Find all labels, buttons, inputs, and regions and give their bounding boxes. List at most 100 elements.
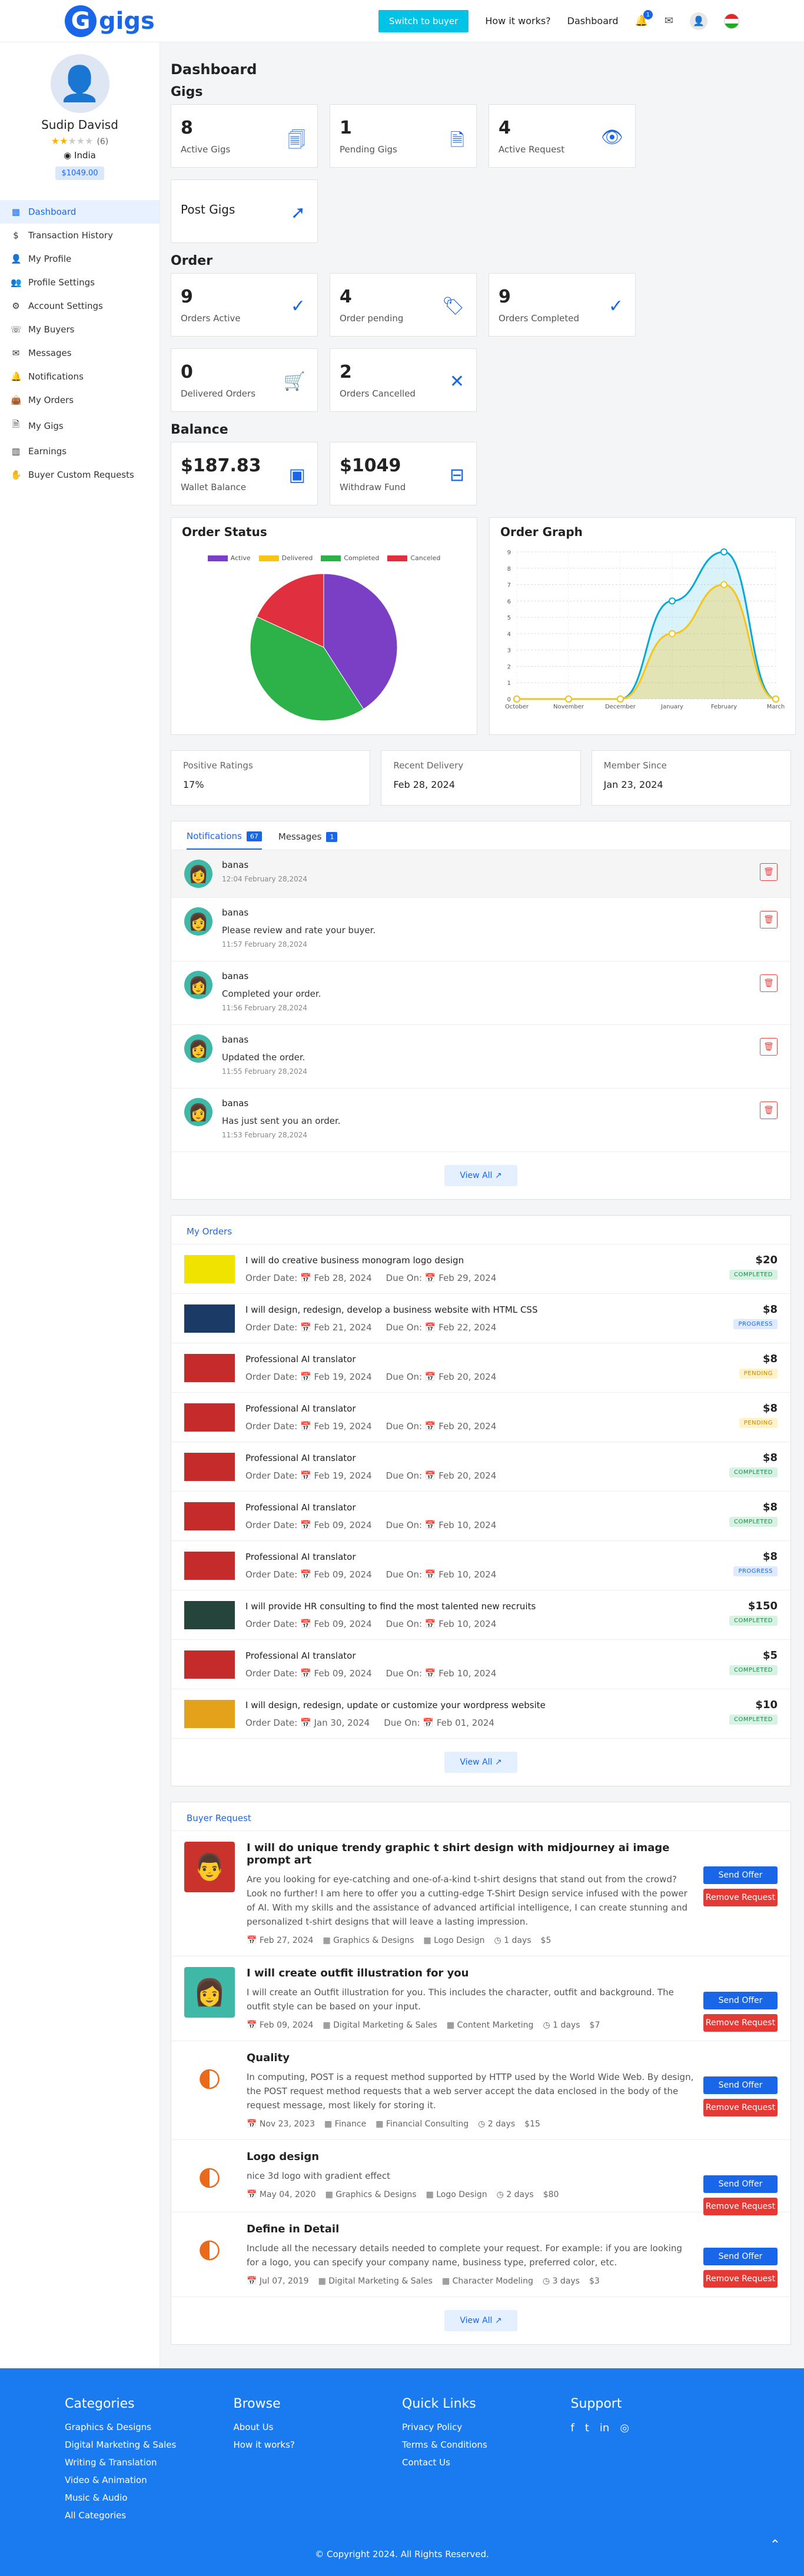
order-title[interactable]: Professional AI translator — [245, 1502, 496, 1513]
social-icon[interactable]: in — [600, 2422, 609, 2434]
footer-link[interactable]: All Categories — [65, 2510, 234, 2521]
send-offer-button[interactable]: Send Offer — [703, 2175, 778, 2193]
footer-link[interactable]: How it works? — [234, 2439, 403, 2450]
table-row[interactable]: Professional AI translator Order Date: 📅 … — [171, 1393, 790, 1442]
avatar[interactable]: 👤 — [690, 12, 707, 30]
sidebar-item-buyer-custom-requests[interactable]: ✋ Buyer Custom Requests — [0, 463, 160, 487]
order-title[interactable]: Professional AI translator — [245, 1552, 496, 1562]
request-title[interactable]: Quality — [247, 2052, 694, 2064]
sidebar-item-my-buyers[interactable]: ☏ My Buyers — [0, 318, 160, 341]
request-title[interactable]: I will create outfit illustration for yo… — [247, 1967, 694, 1979]
list-item[interactable]: 👩 banas 12:04 February 28,2024 🗑 — [171, 850, 790, 898]
switch-to-buyer-button[interactable]: Switch to buyer — [378, 9, 469, 32]
table-row[interactable]: I will design, redesign, update or custo… — [171, 1689, 790, 1739]
remove-request-button[interactable]: Remove Request — [703, 2099, 778, 2116]
list-item[interactable]: 👩 banas Updated the order. 11:55 February 2… — [171, 1025, 790, 1089]
list-item[interactable]: 👩 banas Completed your order. 11:56 Februar… — [171, 961, 790, 1025]
sidebar-item-label: My Orders — [28, 395, 74, 405]
trash-icon[interactable]: 🗑 — [760, 974, 778, 992]
logo[interactable]: G gigs — [65, 5, 155, 37]
social-icon[interactable]: t — [585, 2422, 589, 2434]
remove-request-button[interactable]: Remove Request — [703, 1889, 778, 1906]
order-info: Professional AI translator Order Date: 📅 … — [245, 1403, 496, 1432]
gigs-card[interactable]: 1 Pending Gigs 🗎 — [330, 104, 477, 168]
sidebar-item-account-settings[interactable]: ⚙ Account Settings — [0, 294, 160, 318]
request-date: 📅 Jul 07, 2019 — [247, 2277, 309, 2286]
sidebar-item-profile-settings[interactable]: 👥 Profile Settings — [0, 271, 160, 294]
order-title[interactable]: I will do creative business monogram log… — [245, 1255, 496, 1266]
order-title[interactable]: Professional AI translator — [245, 1650, 496, 1661]
scroll-top-icon[interactable]: ⌃ — [770, 2538, 780, 2552]
tab-messages[interactable]: Messages 1 — [278, 831, 338, 850]
sidebar-item-my-profile[interactable]: 👤 My Profile — [0, 247, 160, 271]
table-row[interactable]: Professional AI translator Order Date: 📅 … — [171, 1640, 790, 1689]
request-title[interactable]: Logo design — [247, 2151, 559, 2163]
sidebar-item-my-orders[interactable]: 👜 My Orders — [0, 388, 160, 412]
balance-card[interactable]: $1049 Withdraw Fund ⊟ — [330, 442, 477, 505]
remove-request-button[interactable]: Remove Request — [703, 2014, 778, 2032]
footer-link[interactable]: Video & Animation — [65, 2475, 234, 2485]
trash-icon[interactable]: 🗑 — [760, 1101, 778, 1119]
footer-link[interactable]: Contact Us — [402, 2457, 571, 2468]
request-title[interactable]: I will do unique trendy graphic t shirt … — [247, 1842, 694, 1866]
remove-request-button[interactable]: Remove Request — [703, 2270, 778, 2288]
how-it-works-link[interactable]: How it works? — [485, 15, 550, 26]
notifications-view-all-button[interactable]: View All ↗ — [444, 1165, 517, 1186]
gigs-card[interactable]: 4 Active Request 👁 — [489, 104, 636, 168]
table-row[interactable]: Professional AI translator Order Date: 📅 … — [171, 1492, 790, 1541]
bell-icon[interactable]: 🔔 1 — [634, 10, 653, 27]
footer-link[interactable]: Digital Marketing & Sales — [65, 2439, 234, 2450]
orders-view-all-button[interactable]: View All ↗ — [444, 1752, 517, 1773]
footer-link[interactable]: Writing & Translation — [65, 2457, 234, 2468]
sidebar-item-messages[interactable]: ✉ Messages — [0, 341, 160, 365]
order-card[interactable]: 9 Orders Active ✓ — [171, 273, 318, 337]
order-card[interactable]: 2 Orders Cancelled ✕ — [330, 348, 477, 412]
sidebar-item-my-gigs[interactable]: 🗎 My Gigs — [0, 412, 160, 440]
dashboard-link[interactable]: Dashboard — [567, 15, 619, 26]
sidebar-item-dashboard[interactable]: ▦ Dashboard — [0, 200, 160, 224]
social-icon[interactable]: ◎ — [620, 2422, 629, 2434]
gigs-card[interactable]: Post Gigs ➚ — [171, 179, 318, 243]
send-offer-button[interactable]: Send Offer — [703, 1866, 778, 1884]
list-item[interactable]: 👩 banas Has just sent you an order. 11:53 F… — [171, 1089, 790, 1152]
trash-icon[interactable]: 🗑 — [760, 1038, 778, 1056]
table-row[interactable]: Professional AI translator Order Date: 📅 … — [171, 1343, 790, 1393]
gigs-card[interactable]: 8 Active Gigs 🗐 — [171, 104, 318, 168]
table-row[interactable]: I will design, redesign, develop a busin… — [171, 1294, 790, 1343]
order-title[interactable]: Professional AI translator — [245, 1354, 496, 1364]
order-title[interactable]: Professional AI translator — [245, 1453, 496, 1463]
footer-link[interactable]: Music & Audio — [65, 2492, 234, 2503]
request-title[interactable]: Define in Detail — [247, 2223, 694, 2235]
sidebar-item-transaction-history[interactable]: $ Transaction History — [0, 224, 160, 247]
footer-link[interactable]: About Us — [234, 2422, 403, 2432]
sidebar-item-notifications[interactable]: 🔔 Notifications — [0, 365, 160, 388]
trash-icon[interactable]: 🗑 — [760, 911, 778, 928]
flag-icon[interactable] — [724, 13, 739, 29]
table-row[interactable]: Professional AI translator Order Date: 📅 … — [171, 1442, 790, 1492]
footer-link[interactable]: Graphics & Designs — [65, 2422, 234, 2432]
table-row[interactable]: I will do creative business monogram log… — [171, 1244, 790, 1294]
social-icon[interactable]: f — [571, 2422, 574, 2434]
send-offer-button[interactable]: Send Offer — [703, 2248, 778, 2265]
order-title[interactable]: Professional AI translator — [245, 1403, 496, 1414]
send-offer-button[interactable]: Send Offer — [703, 1992, 778, 2009]
order-card[interactable]: 4 Order pending 🏷 — [330, 273, 477, 337]
balance-card[interactable]: $187.83 Wallet Balance ▣ — [171, 442, 318, 505]
order-card[interactable]: 9 Orders Completed ✓ — [489, 273, 636, 337]
footer-link[interactable]: Privacy Policy — [402, 2422, 571, 2432]
order-info: Professional AI translator Order Date: 📅 … — [245, 1502, 496, 1530]
list-item[interactable]: 👩 banas Please review and rate your buyer.… — [171, 898, 790, 961]
table-row[interactable]: I will provide HR consulting to find the… — [171, 1590, 790, 1640]
requests-view-all-button[interactable]: View All ↗ — [444, 2310, 517, 2331]
trash-icon[interactable]: 🗑 — [760, 863, 778, 881]
order-card[interactable]: 0 Delivered Orders 🛒 — [171, 348, 318, 412]
footer-link[interactable]: Terms & Conditions — [402, 2439, 571, 2450]
send-offer-button[interactable]: Send Offer — [703, 2076, 778, 2094]
order-title[interactable]: I will design, redesign, develop a busin… — [245, 1304, 537, 1315]
mail-icon[interactable]: ✉ — [665, 15, 673, 27]
sidebar-item-earnings[interactable]: ▥ Earnings — [0, 440, 160, 463]
order-title[interactable]: I will design, redesign, update or custo… — [245, 1700, 546, 1710]
tab-notifications[interactable]: Notifications 67 — [187, 831, 262, 850]
table-row[interactable]: Professional AI translator Order Date: 📅 … — [171, 1541, 790, 1590]
order-title[interactable]: I will provide HR consulting to find the… — [245, 1601, 536, 1612]
